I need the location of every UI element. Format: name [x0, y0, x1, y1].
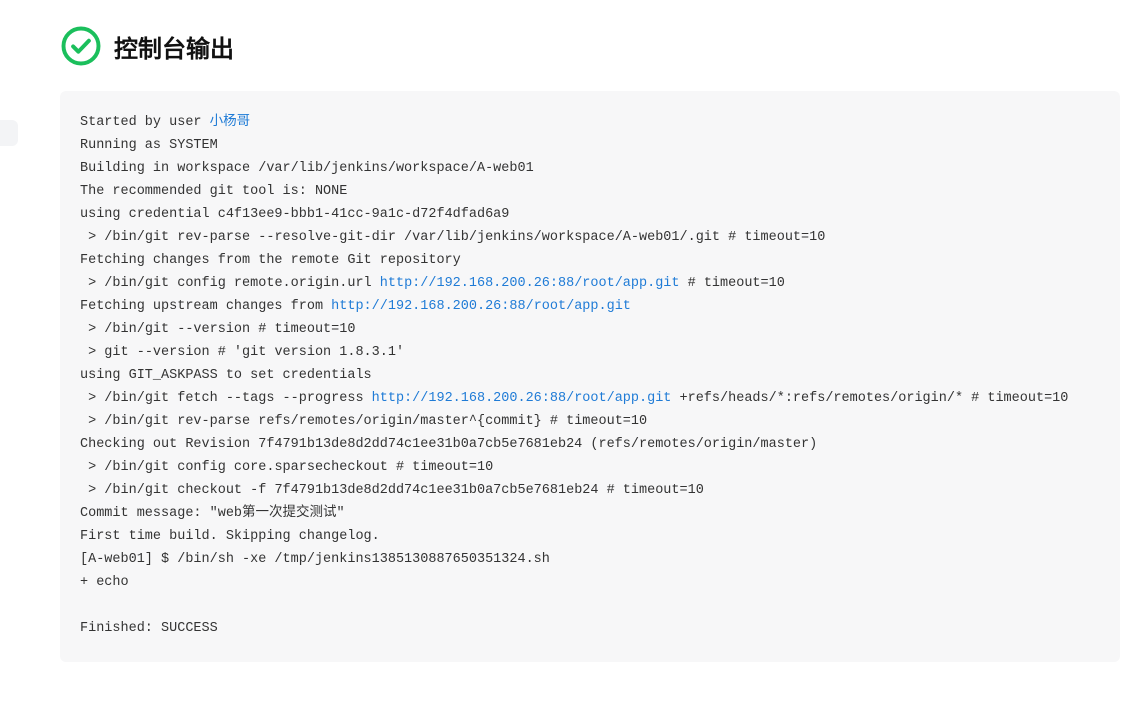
console-line: Started by user 小杨哥: [80, 111, 1100, 134]
console-text-span: > /bin/git config remote.origin.url: [80, 276, 380, 291]
console-line: Checking out Revision 7f4791b13de8d2dd74…: [80, 433, 1100, 456]
console-line: Commit message: "web第一次提交测试": [80, 502, 1100, 525]
console-text-span: using credential c4f13ee9-bbb1-41cc-9a1c…: [80, 207, 509, 222]
console-line: Fetching changes from the remote Git rep…: [80, 249, 1100, 272]
console-text-span: > /bin/git config core.sparsecheckout # …: [80, 460, 493, 475]
console-text-span: Building in workspace /var/lib/jenkins/w…: [80, 161, 534, 176]
success-check-icon: [60, 25, 102, 67]
console-line: > /bin/git config core.sparsecheckout # …: [80, 456, 1100, 479]
page-title: 控制台输出: [114, 29, 234, 64]
console-link[interactable]: http://192.168.200.26:88/root/app.git: [331, 299, 631, 314]
console-text-span: Commit message: "web第一次提交测试": [80, 506, 345, 521]
console-text-span: > /bin/git fetch --tags --progress: [80, 391, 372, 406]
console-line: Finished: SUCCESS: [80, 617, 1100, 640]
console-text-span: Running as SYSTEM: [80, 138, 218, 153]
console-link[interactable]: http://192.168.200.26:88/root/app.git: [380, 276, 680, 291]
console-line: using credential c4f13ee9-bbb1-41cc-9a1c…: [80, 203, 1100, 226]
console-text-span: Checking out Revision 7f4791b13de8d2dd74…: [80, 437, 817, 452]
console-link[interactable]: 小杨哥: [210, 115, 251, 130]
left-edge-stub: [0, 120, 18, 146]
console-text-span: Fetching changes from the remote Git rep…: [80, 253, 461, 268]
console-output-text: Started by user 小杨哥 Running as SYSTEM Buil…: [80, 111, 1100, 640]
console-text-span: The recommended git tool is: NONE: [80, 184, 347, 199]
console-line: Building in workspace /var/lib/jenkins/w…: [80, 157, 1100, 180]
console-text-span: using GIT_ASKPASS to set credentials: [80, 368, 380, 383]
console-output-panel: Started by user 小杨哥 Running as SYSTEM Buil…: [60, 91, 1120, 662]
console-link[interactable]: http://192.168.200.26:88/root/app.git: [372, 391, 672, 406]
console-line: > /bin/git fetch --tags --progress http:…: [80, 387, 1100, 410]
console-line: + echo: [80, 571, 1100, 594]
page-container: 控制台输出 Started by user 小杨哥 Running as SYST…: [60, 25, 1120, 662]
page-header: 控制台输出: [60, 25, 1120, 67]
console-text-span: First time build. Skipping changelog.: [80, 529, 380, 544]
console-line: Fetching upstream changes from http://19…: [80, 295, 1100, 318]
console-line: > /bin/git rev-parse --resolve-git-dir /…: [80, 226, 1100, 249]
console-line: [80, 594, 1100, 617]
console-line: [A-web01] $ /bin/sh -xe /tmp/jenkins1385…: [80, 548, 1100, 571]
console-text-span: +refs/heads/*:refs/remotes/origin/* # ti…: [671, 391, 1068, 406]
console-line: Running as SYSTEM: [80, 134, 1100, 157]
console-text-span: Finished: SUCCESS: [80, 621, 218, 636]
console-text-span: > /bin/git rev-parse --resolve-git-dir /…: [80, 230, 825, 245]
console-text-span: > git --version # 'git version 1.8.3.1': [80, 345, 404, 360]
console-text-span: + echo: [80, 575, 129, 590]
console-text-span: # timeout=10: [680, 276, 785, 291]
console-text-span: > /bin/git checkout -f 7f4791b13de8d2dd7…: [80, 483, 704, 498]
console-line: > /bin/git rev-parse refs/remotes/origin…: [80, 410, 1100, 433]
console-line: The recommended git tool is: NONE: [80, 180, 1100, 203]
console-line: First time build. Skipping changelog.: [80, 525, 1100, 548]
console-text-span: Fetching upstream changes from: [80, 299, 331, 314]
console-text-span: Started by user: [80, 115, 210, 130]
console-line: > git --version # 'git version 1.8.3.1': [80, 341, 1100, 364]
console-line: using GIT_ASKPASS to set credentials: [80, 364, 1100, 387]
console-text-span: [A-web01] $ /bin/sh -xe /tmp/jenkins1385…: [80, 552, 550, 567]
console-text-span: > /bin/git rev-parse refs/remotes/origin…: [80, 414, 647, 429]
console-line: > /bin/git --version # timeout=10: [80, 318, 1100, 341]
console-text-span: > /bin/git --version # timeout=10: [80, 322, 355, 337]
console-line: > /bin/git checkout -f 7f4791b13de8d2dd7…: [80, 479, 1100, 502]
console-line: > /bin/git config remote.origin.url http…: [80, 272, 1100, 295]
